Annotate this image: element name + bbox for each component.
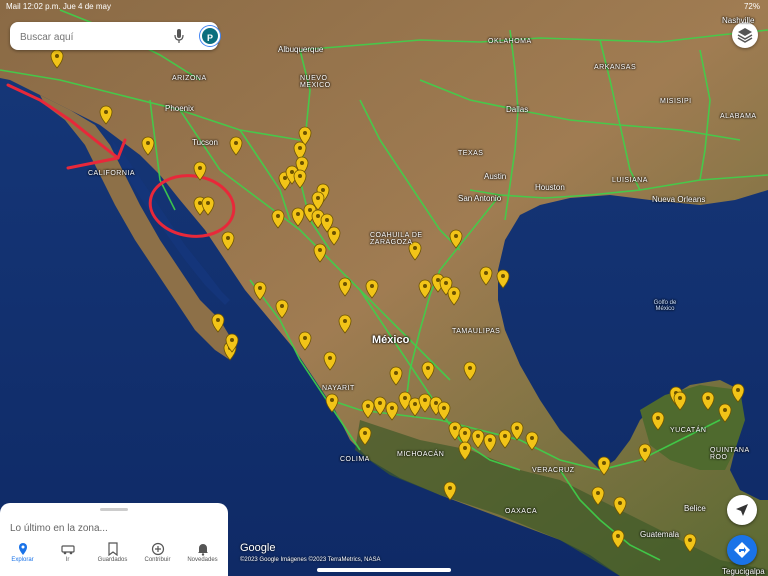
google-logo: Google [240,542,276,554]
directions-icon [734,542,750,558]
car-icon [60,545,75,555]
label-nashville: Nashville [722,16,755,25]
label-oklahoma: OKLAHOMA [488,38,532,45]
search-bar[interactable]: P [10,22,220,50]
status-bar: Mail 12:02 p.m. Jue 4 de may 72% [0,0,768,14]
plus-circle-icon [151,542,164,556]
sheet-handle[interactable] [100,508,128,511]
label-nueva-orleans: Nueva Orleans [652,195,706,204]
nav-label: Novedades [187,557,218,563]
label-yucatan: YUCATÁN [670,427,707,434]
recent-in-area-heading: Lo último en la zona... [10,523,108,534]
label-nayarit: NAYARIT [322,385,355,392]
label-arizona: ARIZONA [172,75,207,82]
label-nuevo-mexico: NUEVO MEXICO [300,75,331,89]
nav-explorar[interactable]: Explorar [0,539,45,576]
pin-icon [18,543,27,555]
microphone-icon[interactable] [174,28,184,44]
label-austin: Austin [484,172,507,181]
label-houston: Houston [535,183,565,192]
label-misisipi: MISISIPI [660,98,692,105]
label-phoenix: Phoenix [165,104,194,113]
label-albuquerque: Albuquerque [278,45,324,54]
avatar[interactable]: P [200,26,220,46]
battery-level: 72% [743,2,760,11]
label-belice: Belice [684,504,706,513]
label-coahuila: COAHUILA DE ZARAGOZA [370,232,423,246]
search-input[interactable] [18,27,162,47]
nav-contribuir[interactable]: Contribuir [135,539,180,576]
label-luisiana: LUISIANA [612,177,648,184]
nav-label: Guardados [97,557,128,563]
navigation-arrow-icon [736,504,748,516]
nav-ir[interactable]: Ir [45,539,90,576]
label-colima: COLIMA [340,456,370,463]
label-san-antonio: San Antonio [458,194,502,203]
layers-icon [737,28,753,43]
label-dallas: Dallas [506,105,529,114]
label-tamaulipas: TAMAULIPAS [452,328,501,335]
bookmark-icon [107,542,118,556]
nav-novedades[interactable]: Novedades [180,539,225,576]
label-tegucigalpa: Tegucigalpa [722,567,765,576]
label-california: CALIFORNIA [88,170,136,177]
directions-button[interactable] [727,535,757,565]
label-oaxaca: OAXACA [505,508,538,515]
status-time: Mail 12:02 p.m. Jue 4 de may [6,2,111,11]
label-gulf-of-mexico: Golfo de México [653,300,677,312]
my-location-button[interactable] [727,495,757,525]
bottom-navigation: Explorar Ir Guardados Contribuir Novedad… [0,539,228,576]
label-michoacan: MICHOACÁN [397,451,445,458]
layers-button[interactable] [732,22,758,48]
bell-icon [197,544,208,556]
label-texas: TEXAS [458,150,484,157]
label-tucson: Tucson [192,138,218,147]
label-arkansas: ARKANSAS [594,64,637,71]
home-indicator[interactable] [317,568,451,572]
bottom-sheet[interactable]: Lo último en la zona... Explorar Ir Guar… [0,503,228,576]
nav-label: Explorar [11,557,34,563]
nav-guardados[interactable]: Guardados [90,539,135,576]
satellite-map[interactable] [0,0,768,576]
nav-label: Contribuir [144,557,171,563]
label-mexico: México [372,334,410,346]
label-veracruz: VERACRUZ [532,467,575,474]
label-guatemala: Guatemala [640,530,680,539]
label-quintana-roo: QUINTANA ROO [710,447,750,461]
map-attribution[interactable]: ©2023 Google Imágenes ©2023 TerraMetrics… [240,557,380,563]
nav-label: Ir [65,557,70,563]
label-alabama: ALABAMA [720,113,757,120]
